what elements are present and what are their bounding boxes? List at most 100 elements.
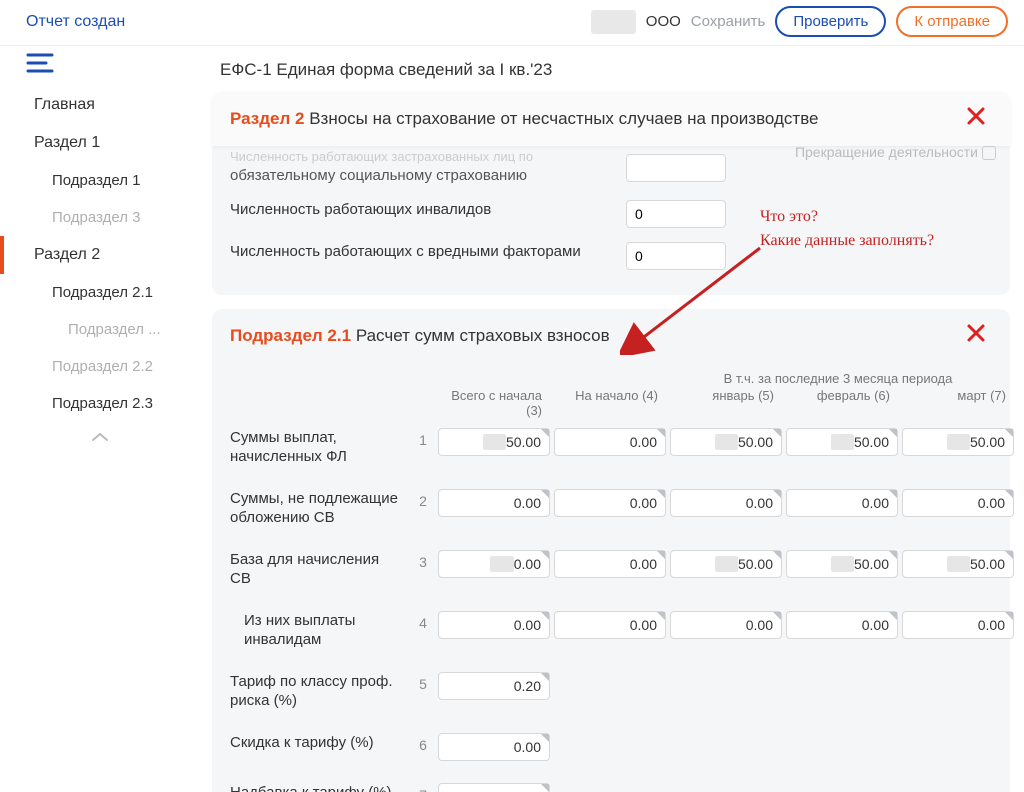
amount-input[interactable]: 0.00 bbox=[438, 611, 550, 639]
nav-sub-2-1-x[interactable]: Подраздел ... bbox=[0, 311, 200, 348]
amount-input[interactable]: 0.00 bbox=[438, 733, 550, 761]
invalids-count-label: Численность работающих инвалидов bbox=[230, 200, 610, 220]
amount-input[interactable]: 00050.00 bbox=[902, 428, 1014, 456]
amount-input[interactable]: 0.00 bbox=[438, 783, 550, 792]
top-bar: Отчет создан ООО Сохранить Проверить К о… bbox=[0, 0, 1024, 46]
amount-input[interactable]: 0.00 bbox=[902, 611, 1014, 639]
subsection-2-1-header: Подраздел 2.1 Расчет сумм страховых взно… bbox=[212, 309, 1010, 363]
table-column-headers: Всего с начала (3) На начало (4) январь … bbox=[230, 388, 992, 418]
table-row: Тариф по классу проф. риска (%)50.20 bbox=[230, 672, 992, 711]
menu-toggle[interactable] bbox=[0, 46, 200, 86]
section-2: Раздел 2 Взносы на страхование от несчас… bbox=[212, 92, 1010, 295]
org-name: ООО bbox=[646, 13, 681, 30]
chevron-up-icon bbox=[90, 431, 110, 443]
nav-sub-2-2[interactable]: Подраздел 2.2 bbox=[0, 348, 200, 385]
amount-input[interactable]: 00050.00 bbox=[670, 428, 782, 456]
section-2-close[interactable] bbox=[960, 106, 992, 132]
truncated-label: Численность работающих застрахованных ли… bbox=[230, 152, 610, 186]
row-label: Суммы выплат, начисленных ФЛ bbox=[230, 428, 408, 467]
period-header-label: В т.ч. за последние 3 месяца периода bbox=[666, 371, 1010, 388]
table-row: Скидка к тарифу (%)60.00 bbox=[230, 733, 992, 761]
amount-input[interactable]: 0.00 bbox=[786, 489, 898, 517]
row-number: 6 bbox=[412, 733, 434, 753]
amount-input[interactable]: 0.00 bbox=[554, 428, 666, 456]
amount-input[interactable]: 0.20 bbox=[438, 672, 550, 700]
row-number: 2 bbox=[412, 489, 434, 509]
row-label: Из них выплаты инвалидам bbox=[230, 611, 408, 650]
page-title: ЕФС-1 Единая форма сведений за I кв.'23 bbox=[212, 46, 1010, 92]
row-number: 1 bbox=[412, 428, 434, 448]
amount-input[interactable]: 0.00 bbox=[554, 489, 666, 517]
content-area: ЕФС-1 Единая форма сведений за I кв.'23 … bbox=[200, 46, 1024, 792]
table-row: Суммы выплат, начисленных ФЛ100050.000.0… bbox=[230, 428, 992, 467]
col-m2: февраль (6) bbox=[782, 388, 894, 418]
row-label: Тариф по классу проф. риска (%) bbox=[230, 672, 408, 711]
row-number: 3 bbox=[412, 550, 434, 570]
nav-sub-1-1[interactable]: Подраздел 1 bbox=[0, 162, 200, 199]
cease-activity-toggle[interactable]: Прекращение деятельности bbox=[795, 144, 996, 160]
amount-input[interactable]: 0.00 bbox=[554, 550, 666, 578]
amount-input[interactable]: 00050.00 bbox=[786, 428, 898, 456]
table-row: База для начисления СВ30000.000.0000050.… bbox=[230, 550, 992, 589]
nav-section2[interactable]: Раздел 2 bbox=[0, 236, 200, 274]
close-icon bbox=[966, 106, 986, 126]
report-status: Отчет создан bbox=[26, 13, 125, 31]
checkbox-icon bbox=[982, 146, 996, 160]
org-logo bbox=[591, 10, 636, 34]
amount-input[interactable]: 00050.00 bbox=[670, 550, 782, 578]
col-start: На начало (4) bbox=[550, 388, 662, 418]
harmful-count-input[interactable] bbox=[626, 242, 726, 270]
nav-collapse[interactable] bbox=[0, 422, 200, 454]
table-row: Суммы, не подлежащие обложению СВ20.000.… bbox=[230, 489, 992, 528]
subsection-2-1: Подраздел 2.1 Расчет сумм страховых взно… bbox=[212, 309, 1010, 792]
section-2-body: Численность работающих застрахованных ли… bbox=[212, 146, 1010, 295]
row-number: 7 bbox=[412, 783, 434, 792]
nav-sub-2-3[interactable]: Подраздел 2.3 bbox=[0, 385, 200, 422]
section-2-prefix: Раздел 2 bbox=[230, 109, 304, 128]
section-2-title: Раздел 2 Взносы на страхование от несчас… bbox=[230, 109, 819, 129]
amount-input[interactable]: 0.00 bbox=[786, 611, 898, 639]
nav-main[interactable]: Главная bbox=[0, 86, 200, 124]
invalids-count-input[interactable] bbox=[626, 200, 726, 228]
nav-list: Главная Раздел 1 Подраздел 1 Подраздел 3… bbox=[0, 86, 200, 454]
nav-sub-2-1[interactable]: Подраздел 2.1 bbox=[0, 274, 200, 311]
row-label: Надбавка к тарифу (%) bbox=[230, 783, 408, 792]
subsection-2-1-title: Подраздел 2.1 Расчет сумм страховых взно… bbox=[230, 326, 610, 346]
row-label: Скидка к тарифу (%) bbox=[230, 733, 408, 753]
amount-input[interactable]: 00050.00 bbox=[438, 428, 550, 456]
nav-section1[interactable]: Раздел 1 bbox=[0, 124, 200, 162]
harmful-count-label: Численность работающих с вредными фактор… bbox=[230, 242, 610, 262]
row-label: Суммы, не подлежащие обложению СВ bbox=[230, 489, 408, 528]
table-row: Надбавка к тарифу (%) 7 0.00 bbox=[230, 783, 992, 792]
row-label: База для начисления СВ bbox=[230, 550, 408, 589]
row-number: 5 bbox=[412, 672, 434, 692]
table-row: Из них выплаты инвалидам40.000.000.000.0… bbox=[230, 611, 992, 650]
amount-input[interactable]: 0.00 bbox=[670, 489, 782, 517]
section-2-header: Раздел 2 Взносы на страхование от несчас… bbox=[212, 92, 1010, 146]
amount-input[interactable]: 0000.00 bbox=[438, 550, 550, 578]
col-total: Всего с начала (3) bbox=[434, 388, 546, 418]
sidebar: Главная Раздел 1 Подраздел 1 Подраздел 3… bbox=[0, 46, 200, 792]
save-link[interactable]: Сохранить bbox=[691, 13, 766, 30]
table-period-header: В т.ч. за последние 3 месяца периода bbox=[230, 371, 992, 388]
calc-table: В т.ч. за последние 3 месяца периода Все… bbox=[212, 363, 1010, 792]
col-m3: март (7) bbox=[898, 388, 1010, 418]
amount-input[interactable]: 0.00 bbox=[554, 611, 666, 639]
menu-icon bbox=[26, 52, 54, 74]
close-icon bbox=[966, 323, 986, 343]
check-button[interactable]: Проверить bbox=[775, 6, 886, 37]
top-right-controls: ООО Сохранить Проверить К отправке bbox=[591, 6, 1008, 37]
amount-input[interactable]: 0.00 bbox=[670, 611, 782, 639]
col-m1: январь (5) bbox=[666, 388, 778, 418]
truncated-line0: Численность работающих застрахованных ли… bbox=[230, 148, 610, 166]
sub21-prefix: Подраздел 2.1 bbox=[230, 326, 351, 345]
subsection-2-1-close[interactable] bbox=[960, 323, 992, 349]
amount-input[interactable]: 0.00 bbox=[438, 489, 550, 517]
insured-count-input[interactable] bbox=[626, 154, 726, 182]
send-button[interactable]: К отправке bbox=[896, 6, 1008, 37]
row-number: 4 bbox=[412, 611, 434, 631]
amount-input[interactable]: 00050.00 bbox=[786, 550, 898, 578]
amount-input[interactable]: 0.00 bbox=[902, 489, 1014, 517]
nav-sub-1-3[interactable]: Подраздел 3 bbox=[0, 199, 200, 236]
amount-input[interactable]: 00050.00 bbox=[902, 550, 1014, 578]
